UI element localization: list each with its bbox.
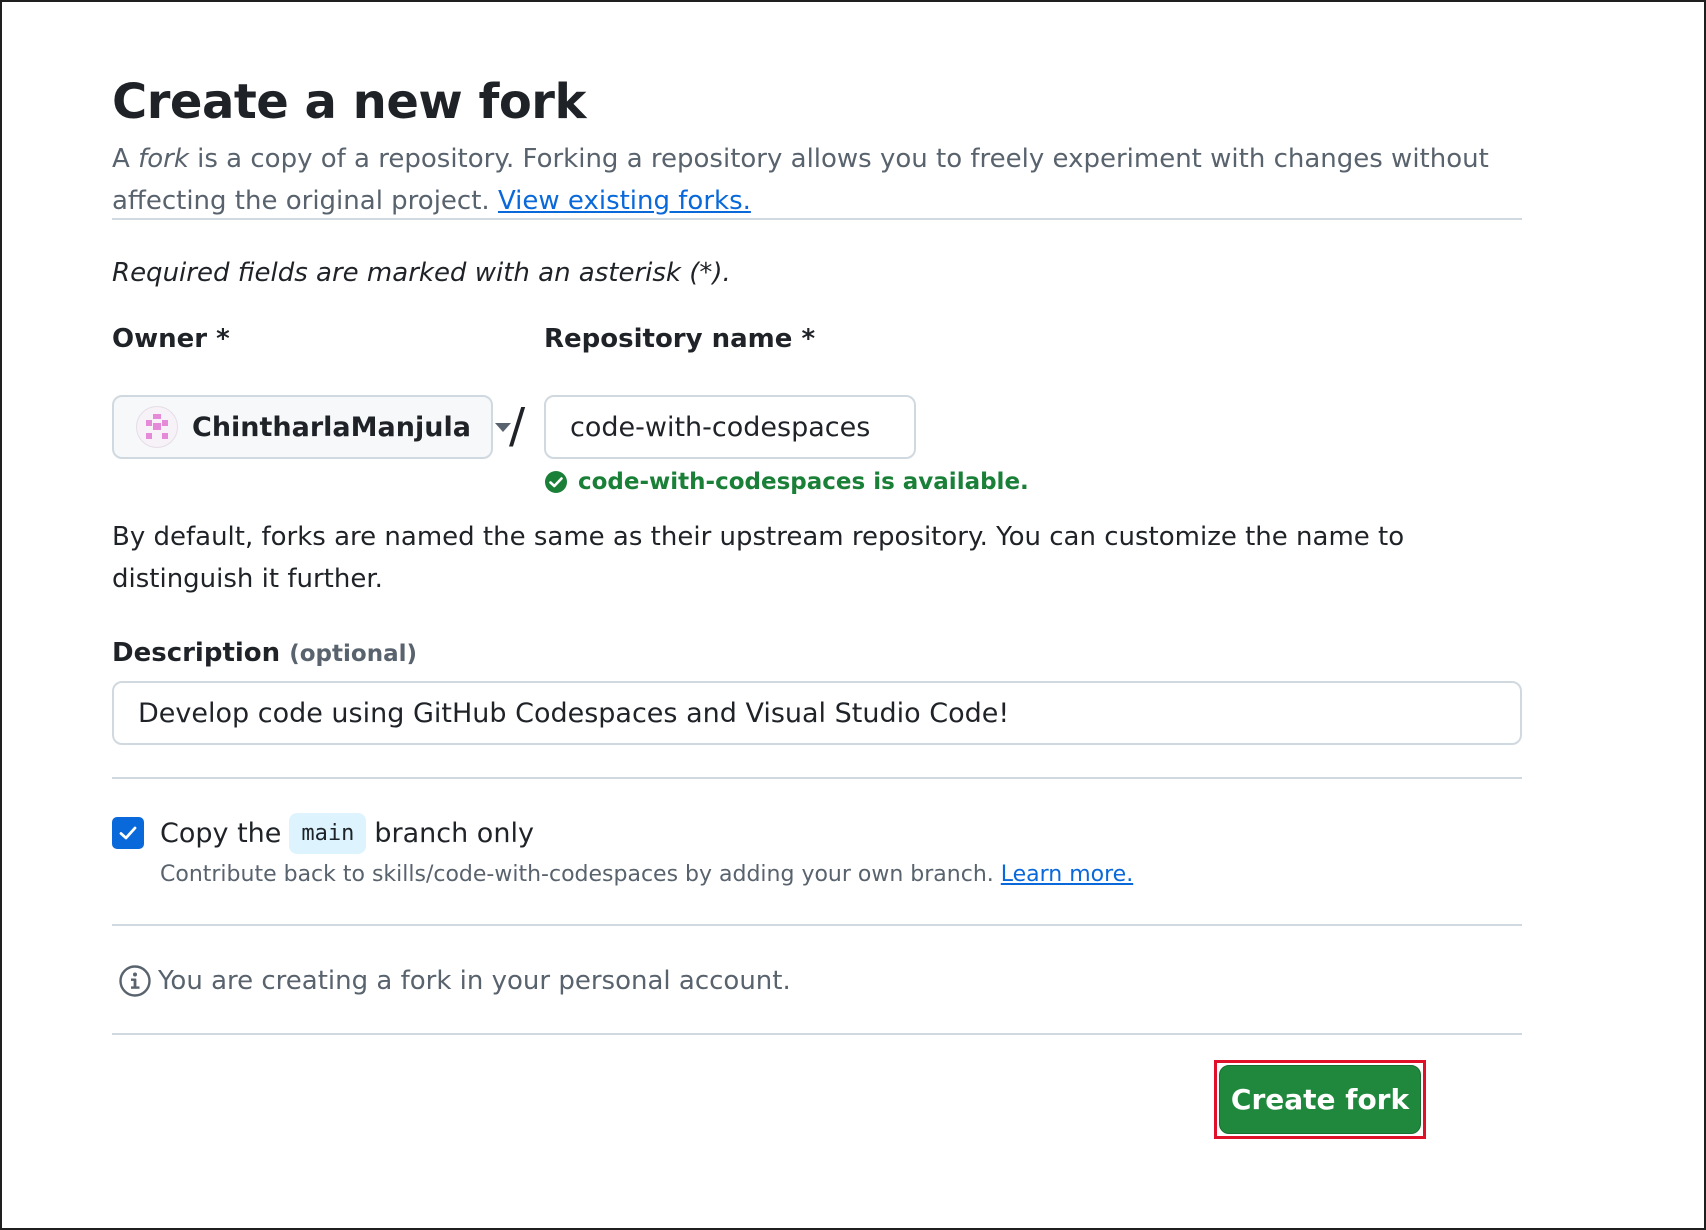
identicon-icon	[146, 414, 168, 439]
description-input[interactable]: Develop code using GitHub Codespaces and…	[112, 681, 1522, 745]
avatar	[136, 406, 178, 448]
repository-name-input[interactable]: code-with-codespaces	[544, 395, 916, 459]
learn-more-link[interactable]: Learn more.	[1001, 862, 1133, 887]
naming-help-text: By default, forks are named the same as …	[112, 522, 1405, 594]
intro-body: is a copy of a repository. Forking a rep…	[112, 144, 1489, 216]
owner-name: ChintharlaManjula	[192, 411, 471, 443]
availability-status: code-with-codespaces is available.	[544, 469, 1029, 495]
copy-branch-help: Contribute back to skills/code-with-code…	[160, 862, 1133, 887]
branch-name-code: main	[289, 813, 367, 854]
view-existing-forks-link[interactable]: View existing forks.	[498, 186, 751, 216]
check-circle-icon	[545, 471, 567, 493]
availability-text: code-with-codespaces is available.	[578, 469, 1029, 495]
divider	[112, 924, 1522, 926]
copy-prefix: Copy the	[160, 818, 282, 849]
owner-dropdown[interactable]: ChintharlaManjula	[112, 395, 511, 459]
copy-suffix: branch only	[374, 818, 534, 849]
repository-name-label: Repository name *	[544, 324, 816, 354]
copy-main-branch-checkbox[interactable]	[112, 817, 144, 849]
divider	[112, 218, 1522, 220]
intro-prefix: A	[112, 144, 139, 174]
create-fork-button[interactable]: Create fork	[1219, 1065, 1421, 1134]
divider	[112, 777, 1522, 779]
intro-fork-word: fork	[138, 144, 189, 174]
page-frame: Create a new fork A fork is a copy of a …	[0, 0, 1706, 1230]
page-title: Create a new fork	[112, 74, 586, 130]
checkmark-icon	[119, 826, 137, 840]
copy-branch-help-text: Contribute back to skills/code-with-code…	[160, 862, 1001, 887]
description-label-text: Description	[112, 638, 281, 668]
personal-account-note: You are creating a fork in your personal…	[118, 964, 791, 998]
personal-account-text: You are creating a fork in your personal…	[158, 966, 791, 996]
copy-branch-label[interactable]: Copy the main branch only	[160, 813, 534, 854]
divider	[112, 1033, 1522, 1035]
owner-label: Owner *	[112, 324, 230, 354]
intro-text: A fork is a copy of a repository. Forkin…	[112, 138, 1522, 222]
required-fields-note: Required fields are marked with an aster…	[112, 258, 731, 288]
info-icon	[119, 965, 151, 997]
description-label: Description (optional)	[112, 638, 417, 668]
owner-repo-separator: /	[509, 398, 526, 454]
optional-tag: (optional)	[289, 641, 417, 667]
